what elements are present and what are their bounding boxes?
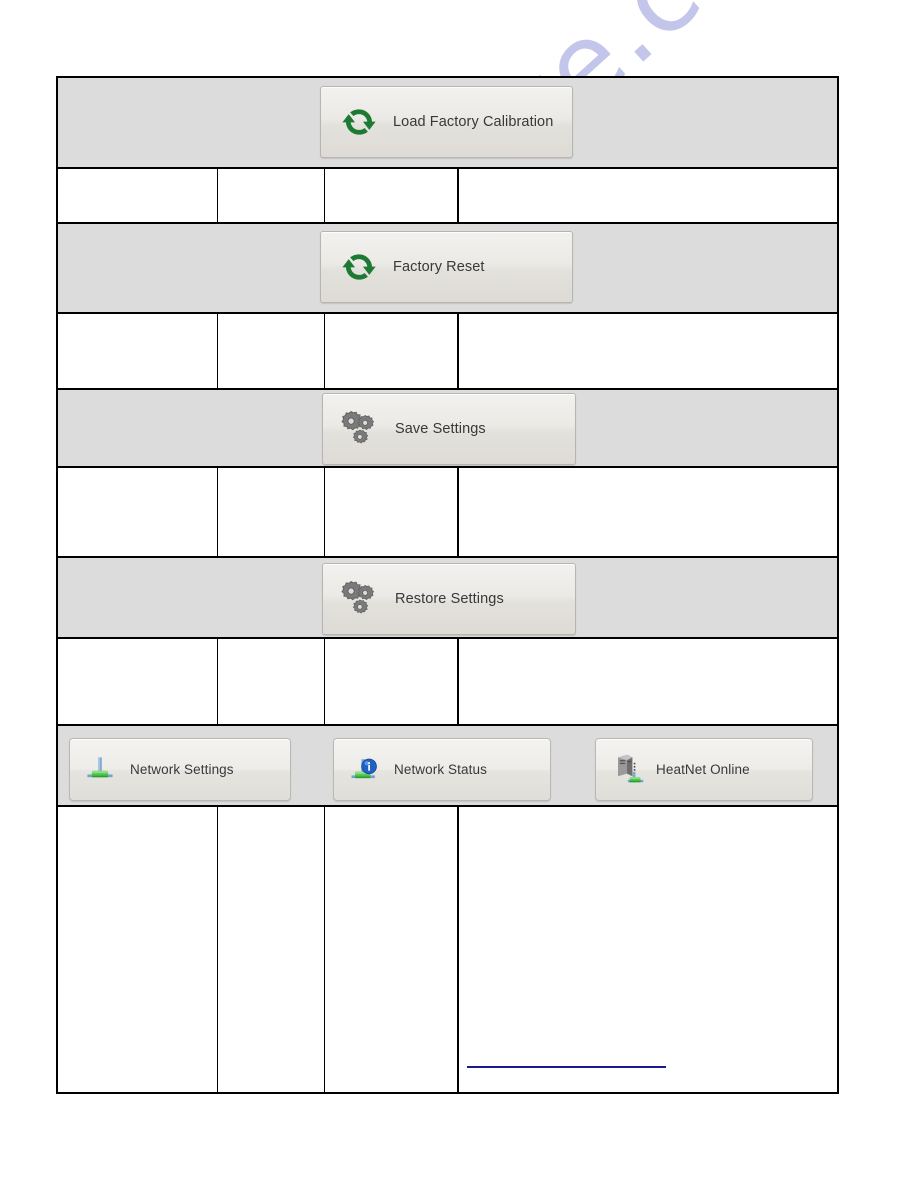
network-settings-button[interactable]: Network Settings — [69, 738, 291, 801]
column-divider — [217, 807, 218, 1092]
refresh-arrows-icon — [339, 247, 379, 287]
document-page: manualslive.com — [0, 0, 918, 1188]
network-status-button[interactable]: Network Status — [333, 738, 551, 801]
column-divider — [217, 314, 218, 388]
column-divider — [324, 169, 325, 222]
table-row — [58, 169, 837, 224]
button-label: Network Settings — [130, 762, 234, 777]
button-label: Factory Reset — [393, 259, 485, 275]
column-divider — [324, 807, 325, 1092]
load-factory-calibration-button[interactable]: Load Factory Calibration — [320, 86, 573, 158]
column-divider — [324, 468, 325, 556]
button-label: Load Factory Calibration — [393, 114, 554, 130]
save-settings-button[interactable]: Save Settings — [322, 393, 576, 465]
button-label: HeatNet Online — [656, 762, 750, 777]
button-label: Network Status — [394, 762, 487, 777]
column-divider — [457, 639, 459, 724]
table-row-tall — [58, 807, 837, 1092]
gears-icon — [337, 577, 381, 621]
table-row — [58, 468, 837, 558]
network-port-icon — [80, 750, 120, 790]
hyperlink-underline[interactable] — [467, 1066, 666, 1068]
network-info-icon — [346, 751, 384, 789]
table-row — [58, 314, 837, 390]
gears-icon — [337, 407, 381, 451]
column-divider — [457, 468, 459, 556]
button-label: Restore Settings — [395, 591, 504, 607]
column-divider — [217, 169, 218, 222]
column-divider — [457, 314, 459, 388]
table-row — [58, 639, 837, 726]
column-divider — [217, 468, 218, 556]
restore-settings-button[interactable]: Restore Settings — [322, 563, 576, 635]
column-divider — [324, 639, 325, 724]
button-label: Save Settings — [395, 421, 486, 437]
heatnet-online-button[interactable]: HeatNet Online — [595, 738, 813, 801]
column-divider — [324, 314, 325, 388]
column-divider — [457, 807, 459, 1092]
factory-reset-button[interactable]: Factory Reset — [320, 231, 573, 303]
column-divider — [217, 639, 218, 724]
server-network-icon — [608, 751, 646, 789]
refresh-arrows-icon — [339, 102, 379, 142]
column-divider — [457, 169, 459, 222]
